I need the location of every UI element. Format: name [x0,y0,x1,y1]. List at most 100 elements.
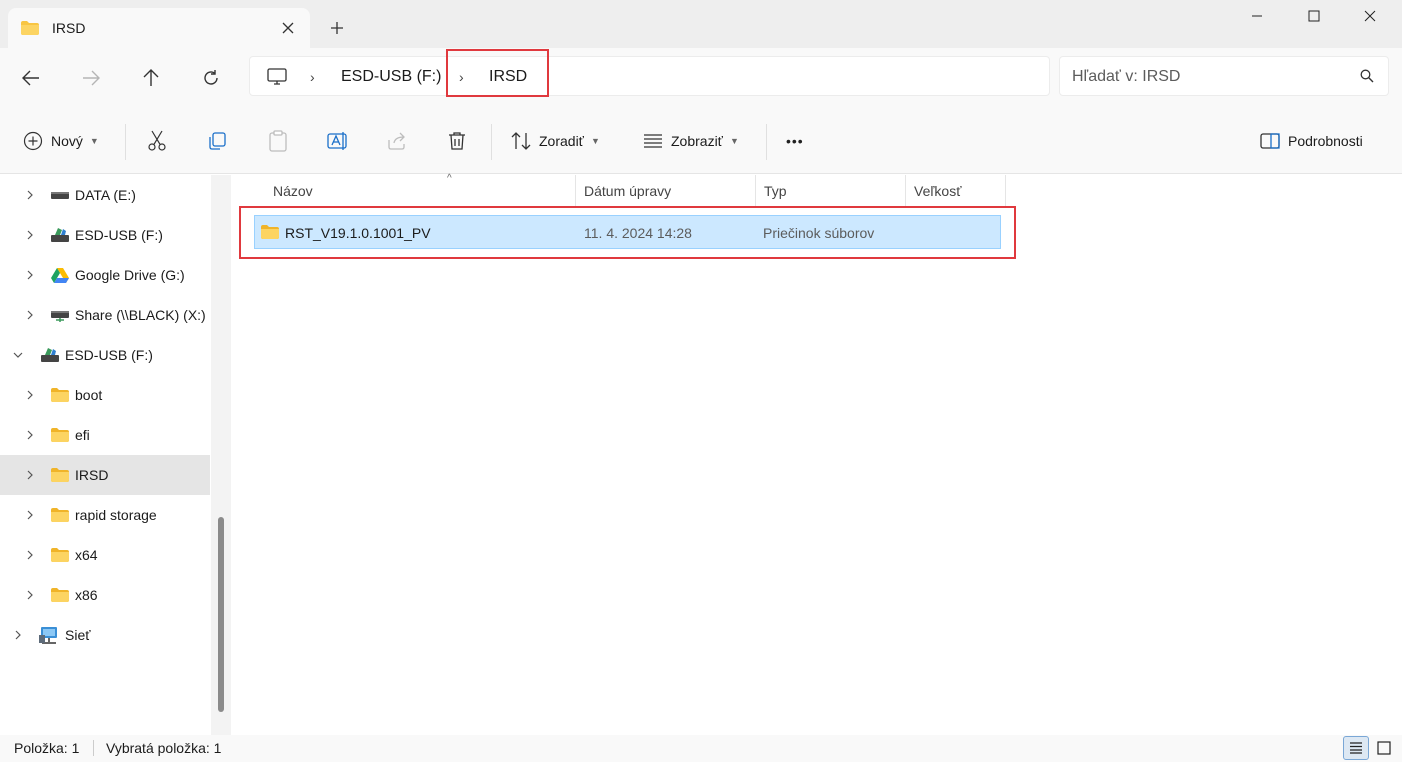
paste-button[interactable] [268,126,288,156]
more-options-button[interactable]: ••• [786,126,804,156]
folder-icon [51,388,69,402]
nav-item-network[interactable]: Sieť [0,615,210,655]
nav-item-x64[interactable]: x64 [0,535,210,575]
chevron-down-icon: ▼ [729,136,739,146]
network-icon [39,627,57,644]
new-tab-button[interactable] [325,16,349,40]
nav-item-share-network-drive[interactable]: Share (\\BLACK) (X:) [0,295,210,335]
highlight-box [239,206,1016,259]
sidebar-scrollbar-thumb[interactable] [218,517,224,712]
search-icon[interactable] [1360,69,1374,86]
forward-button[interactable] [75,62,107,94]
nav-item-data-drive[interactable]: DATA (E:) [0,175,210,215]
plus-circle-icon [23,131,43,151]
folder-icon [51,588,69,602]
details-view-button[interactable] [1343,736,1369,760]
nav-item-rapid-storage[interactable]: rapid storage [0,495,210,535]
navigation-pane: DATA (E:) ESD-USB (F:) Google Drive (G:)… [0,175,211,735]
nav-item-x86[interactable]: x86 [0,575,210,615]
nav-item-label: efi [75,427,90,443]
folder-icon [51,428,69,442]
chevron-down-icon: ▼ [89,136,99,146]
chevron-right-icon [27,190,33,200]
share-button[interactable] [387,126,407,156]
close-window-button[interactable] [1347,0,1393,32]
copy-button[interactable] [207,126,227,156]
back-button[interactable] [15,62,47,94]
search-box[interactable] [1059,56,1389,96]
tiles-view-button[interactable] [1371,736,1397,760]
breadcrumb-chevron-icon[interactable]: › [310,69,315,85]
folder-icon [51,548,69,562]
usb-drive-icon [51,228,69,242]
clipboard-icon [269,130,287,152]
nav-item-efi[interactable]: efi [0,415,210,455]
nav-item-irsd[interactable]: IRSD [0,455,210,495]
cut-button[interactable] [147,126,167,156]
tab-irsd[interactable]: IRSD [8,8,310,48]
chevron-right-icon [27,550,33,560]
details-pane-button[interactable]: Podrobnosti [1260,126,1363,156]
nav-item-label: Sieť [65,627,91,643]
file-list: Názov ^ Dátum úpravy Typ Veľkosť RST_V19… [231,173,1402,735]
highlight-box [446,49,549,97]
list-view-icon [644,134,662,148]
folder-icon [51,508,69,522]
divider [766,124,767,160]
new-button[interactable]: Nový ▼ [23,126,99,156]
view-label: Zobraziť [671,133,723,149]
minimize-button[interactable] [1234,0,1280,32]
command-bar: Nový ▼ Zoradiť ▼ Zobraziť ▼ ••• Podrobno… [0,106,1402,174]
sort-button[interactable]: Zoradiť ▼ [511,126,600,156]
chevron-right-icon [27,590,33,600]
breadcrumb-esd-usb[interactable]: ESD-USB (F:) [341,68,441,86]
share-icon [388,132,405,150]
selected-count: Vybratá položka: 1 [106,740,222,756]
tab-title: IRSD [52,20,86,36]
delete-button[interactable] [448,126,466,156]
nav-item-label: x64 [75,547,98,563]
view-button[interactable]: Zobraziť ▼ [643,126,739,156]
rename-button[interactable] [327,126,349,156]
maximize-button[interactable] [1291,0,1337,32]
nav-item-esd-usb-expanded[interactable]: ESD-USB (F:) [0,335,210,375]
divider [125,124,126,160]
nav-item-esd-usb[interactable]: ESD-USB (F:) [0,215,210,255]
more-icon: ••• [786,133,804,149]
network-drive-icon [51,311,69,322]
close-tab-icon[interactable] [278,18,298,38]
search-input[interactable] [1072,66,1342,88]
address-row: › ESD-USB (F:) › IRSD [0,48,1402,106]
nav-item-label: Google Drive (G:) [75,267,185,283]
column-header-name[interactable]: Názov ^ [265,173,576,207]
address-bar[interactable]: › ESD-USB (F:) › IRSD [249,56,1050,96]
chevron-down-icon [13,352,23,358]
rename-icon [327,132,347,150]
status-bar: Položka: 1 Vybratá položka: 1 [0,735,1402,762]
google-drive-icon [51,268,69,283]
tiles-view-icon [1377,741,1391,755]
chevron-right-icon [27,270,33,280]
column-header-date[interactable]: Dátum úpravy [576,175,756,207]
chevron-down-icon: ▼ [590,136,600,146]
chevron-right-icon [15,630,21,640]
chevron-right-icon [27,390,33,400]
nav-item-google-drive[interactable]: Google Drive (G:) [0,255,210,295]
up-button[interactable] [135,62,167,94]
nav-item-boot[interactable]: boot [0,375,210,415]
column-header-label: Veľkosť [914,183,962,199]
sort-ascending-icon: ^ [447,173,452,184]
sort-label: Zoradiť [539,133,584,149]
column-header-size[interactable]: Veľkosť [906,175,1006,207]
details-view-icon [1350,742,1362,754]
column-header-type[interactable]: Typ [756,175,906,207]
trash-icon [449,132,465,150]
nav-item-label: DATA (E:) [75,187,136,203]
refresh-button[interactable] [195,62,227,94]
new-label: Nový [51,133,83,149]
this-pc-icon[interactable] [266,68,288,89]
sort-icon [511,132,531,150]
details-label: Podrobnosti [1288,133,1363,149]
nav-item-label: ESD-USB (F:) [65,347,153,363]
divider [491,124,492,160]
